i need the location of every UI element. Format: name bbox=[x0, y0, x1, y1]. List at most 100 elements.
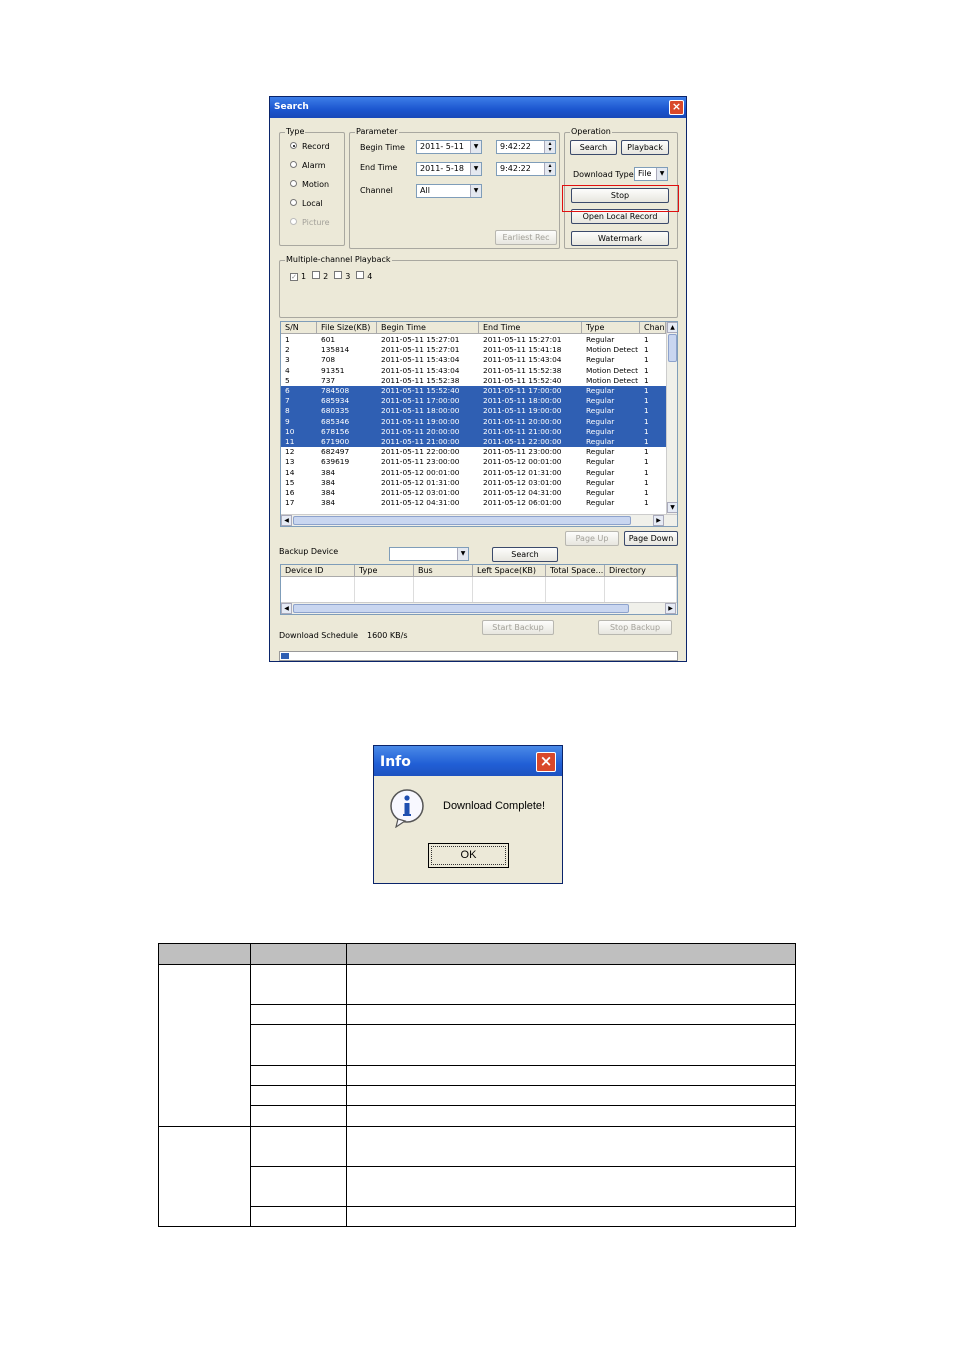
type-option-local[interactable]: Local bbox=[290, 199, 323, 208]
start-backup-button[interactable]: Start Backup bbox=[482, 620, 554, 635]
table-row[interactable]: 11 671900 2011-05-11 21:00:00 2011-05-11 22… bbox=[281, 437, 666, 448]
checkbox-icon[interactable] bbox=[356, 271, 365, 279]
table-row[interactable]: 3 708 2011-05-11 15:43:04 2011-05-11 15:43:… bbox=[281, 355, 666, 365]
table-cell-chan: 1 bbox=[644, 498, 649, 508]
stop-backup-button[interactable]: Stop Backup bbox=[598, 620, 672, 635]
column-header[interactable]: Type bbox=[582, 322, 640, 334]
column-header[interactable]: File Size(KB) bbox=[317, 322, 377, 334]
column-header[interactable]: Left Space(KB) bbox=[473, 565, 546, 577]
backup-col-divider bbox=[604, 577, 605, 602]
download-type-label: Download Type bbox=[573, 170, 634, 179]
table-cell-chan: 1 bbox=[644, 416, 649, 426]
download-type-select[interactable]: File ▼ bbox=[634, 167, 668, 181]
column-header[interactable]: Device ID bbox=[281, 565, 355, 577]
channel-checkbox-4[interactable]: 4 bbox=[356, 271, 372, 281]
type-option-label: Picture bbox=[302, 218, 330, 227]
type-option-label: Alarm bbox=[302, 161, 326, 170]
playback-button[interactable]: Playback bbox=[621, 140, 669, 155]
scroll-down-icon[interactable]: ▼ bbox=[667, 502, 677, 513]
search-window: Search × Type Record Alarm Motion Local Pict… bbox=[269, 96, 687, 662]
table-cell-sn: 2 bbox=[285, 345, 290, 355]
scroll-up-icon[interactable]: ▲ bbox=[667, 322, 677, 333]
table-cell-size: 682497 bbox=[321, 447, 350, 457]
backup-col-divider bbox=[472, 577, 473, 602]
type-option-motion[interactable]: Motion bbox=[290, 180, 329, 189]
file-list-hscrollbar[interactable]: ◀ ▶ bbox=[281, 514, 677, 526]
table-row[interactable]: 15 384 2011-05-12 01:31:00 2011-05-12 03:01… bbox=[281, 478, 666, 488]
table-row[interactable]: 13 639619 2011-05-11 23:00:00 2011-05-12 00… bbox=[281, 457, 666, 467]
table-cell-chan: 1 bbox=[644, 396, 649, 406]
table-row[interactable]: 10 678156 2011-05-11 20:00:00 2011-05-11 21… bbox=[281, 426, 666, 437]
radio-icon[interactable] bbox=[290, 199, 297, 206]
backup-device-list[interactable]: Device ID Type Bus Left Space(KB) Total Spac… bbox=[280, 564, 678, 615]
table-cell-size: 91351 bbox=[321, 365, 345, 375]
scroll-left-icon[interactable]: ◀ bbox=[281, 515, 292, 526]
column-header[interactable]: Directory bbox=[605, 565, 677, 577]
hscroll-thumb[interactable] bbox=[293, 516, 631, 525]
backup-list-hscrollbar[interactable]: ◀ ▶ bbox=[281, 602, 677, 614]
channel-checkbox-2[interactable]: 2 bbox=[312, 271, 328, 281]
table-row[interactable]: 12 682497 2011-05-11 22:00:00 2011-05-11 23… bbox=[281, 447, 666, 457]
begin-time-spinner[interactable]: 9:42:22 ▴ ▾ bbox=[496, 140, 556, 154]
checkbox-icon[interactable] bbox=[312, 271, 321, 279]
close-icon[interactable]: × bbox=[536, 752, 556, 772]
page-up-button[interactable]: Page Up bbox=[565, 531, 619, 546]
column-header[interactable]: Begin Time bbox=[377, 322, 479, 334]
hscroll-thumb[interactable] bbox=[293, 604, 629, 613]
column-header[interactable]: Total Space... bbox=[546, 565, 605, 577]
begin-date-select[interactable]: 2011- 5-11 ▼ bbox=[416, 140, 482, 154]
search-button[interactable]: Search bbox=[570, 140, 617, 155]
table-row[interactable]: 4 91351 2011-05-11 15:43:04 2011-05-11 15:5… bbox=[281, 366, 666, 376]
column-header[interactable]: Type bbox=[355, 565, 414, 577]
table-cell-sn: 14 bbox=[285, 467, 295, 477]
table-cell-begin: 2011-05-11 17:00:00 bbox=[381, 396, 460, 406]
table-row[interactable]: 16 384 2011-05-12 03:01:00 2011-05-12 04:31… bbox=[281, 488, 666, 498]
table-row[interactable]: 1 601 2011-05-11 15:27:01 2011-05-11 15:27:… bbox=[281, 335, 666, 345]
scroll-right-icon[interactable]: ▶ bbox=[665, 603, 676, 614]
table-row[interactable]: 17 384 2011-05-12 04:31:00 2011-05-12 06:01… bbox=[281, 498, 666, 508]
column-header[interactable]: End Time bbox=[479, 322, 582, 334]
radio-icon[interactable] bbox=[290, 218, 297, 225]
table-cell-type: Motion Detect bbox=[586, 365, 639, 375]
checkbox-icon[interactable] bbox=[334, 271, 343, 279]
column-header[interactable]: S/N bbox=[281, 322, 317, 334]
radio-icon[interactable] bbox=[290, 180, 297, 187]
end-date-select[interactable]: 2011- 5-18 ▼ bbox=[416, 162, 482, 176]
table-cell-sn: 10 bbox=[285, 426, 295, 436]
channel-select[interactable]: All ▼ bbox=[416, 184, 482, 198]
end-time-spinner[interactable]: 9:42:22 ▴ ▾ bbox=[496, 162, 556, 176]
backup-device-select[interactable]: ▼ bbox=[389, 547, 469, 561]
table-cell-sn: 5 bbox=[285, 375, 290, 385]
table-row[interactable]: 6 784508 2011-05-11 15:52:40 2011-05-11 17:… bbox=[281, 386, 666, 397]
column-header[interactable]: Chan. bbox=[640, 322, 666, 334]
type-option-record[interactable]: Record bbox=[290, 142, 330, 151]
channel-checkbox-1[interactable]: ✓ 1 bbox=[290, 272, 306, 281]
table-row[interactable]: 14 384 2011-05-12 00:01:00 2011-05-12 01:31… bbox=[281, 468, 666, 478]
type-option-alarm[interactable]: Alarm bbox=[290, 161, 326, 170]
column-header[interactable]: Bus bbox=[414, 565, 473, 577]
channel-checkbox-3[interactable]: 3 bbox=[334, 271, 350, 281]
page-down-button[interactable]: Page Down bbox=[624, 531, 678, 546]
table-row[interactable]: 7 685934 2011-05-11 17:00:00 2011-05-11 18:… bbox=[281, 396, 666, 407]
table-cell-sn: 16 bbox=[285, 488, 295, 497]
file-list-vscrollbar[interactable]: ▲ ▼ bbox=[666, 322, 677, 514]
earliest-rec-button[interactable]: Earliest Rec bbox=[495, 230, 557, 245]
watermark-button[interactable]: Watermark bbox=[571, 231, 669, 246]
scroll-thumb[interactable] bbox=[668, 334, 677, 362]
table-row[interactable]: 5 737 2011-05-11 15:52:38 2011-05-11 15:52:… bbox=[281, 376, 666, 386]
close-icon[interactable]: × bbox=[669, 100, 684, 115]
table-row[interactable]: 8 680335 2011-05-11 18:00:00 2011-05-11 19:… bbox=[281, 406, 666, 417]
backup-search-button[interactable]: Search bbox=[492, 547, 558, 562]
radio-icon[interactable] bbox=[290, 161, 297, 168]
scroll-right-icon[interactable]: ▶ bbox=[653, 515, 664, 526]
ok-button[interactable]: OK bbox=[428, 843, 509, 868]
table-row-divider bbox=[250, 1004, 795, 1005]
radio-icon[interactable] bbox=[290, 142, 297, 149]
table-row[interactable]: 2 135814 2011-05-11 15:27:01 2011-05-11 15:… bbox=[281, 345, 666, 355]
table-row[interactable]: 9 685346 2011-05-11 19:00:00 2011-05-11 20:… bbox=[281, 416, 666, 427]
table-cell-begin: 2011-05-11 15:27:01 bbox=[381, 345, 460, 355]
file-list[interactable]: S/N File Size(KB) Begin Time End Time Type Ch… bbox=[280, 321, 678, 527]
scroll-left-icon[interactable]: ◀ bbox=[281, 603, 292, 614]
window-title: Search bbox=[274, 102, 309, 112]
checkbox-checked-icon[interactable]: ✓ bbox=[290, 273, 298, 281]
